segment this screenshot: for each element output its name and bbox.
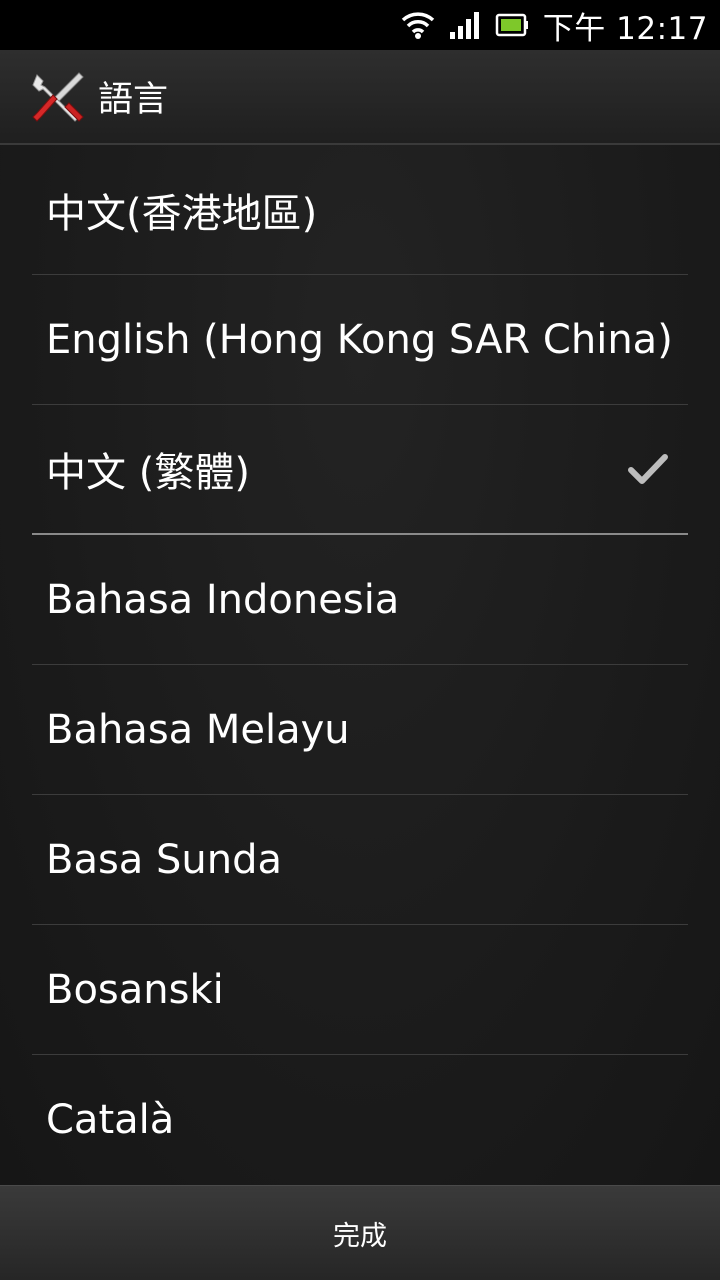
done-button[interactable]: 完成 — [273, 1194, 447, 1273]
signal-icon — [449, 10, 481, 40]
status-bar: 下午 12:17 — [0, 0, 720, 50]
language-label: 中文 (繁體) — [46, 450, 250, 496]
language-label: Bosanski — [46, 966, 224, 1013]
checkmark-icon — [628, 452, 668, 486]
language-item[interactable]: 中文(香港地區) — [32, 145, 688, 275]
language-item[interactable]: English (Hong Kong SAR China) — [32, 275, 688, 405]
language-label: Bahasa Melayu — [46, 706, 350, 753]
language-item[interactable]: Basa Sunda — [32, 795, 688, 925]
language-label: Bahasa Indonesia — [46, 576, 400, 623]
language-item[interactable]: Català — [32, 1055, 688, 1185]
language-item[interactable]: Bahasa Melayu — [32, 665, 688, 795]
language-label: English (Hong Kong SAR China) — [46, 316, 673, 363]
language-label: 中文(香港地區) — [46, 190, 318, 237]
screen: 下午 12:17 語言 中文(香港地區) English (Hong Kong … — [0, 0, 720, 1280]
bottom-bar: 完成 — [0, 1185, 720, 1280]
language-item[interactable]: Bahasa Indonesia — [32, 535, 688, 665]
language-label: Català — [46, 1097, 175, 1143]
language-item-selected[interactable]: 中文 (繁體) — [32, 405, 688, 535]
settings-tools-icon — [28, 68, 86, 126]
battery-icon — [495, 11, 529, 39]
page-title: 語言 — [98, 80, 169, 120]
language-item[interactable]: Bosanski — [32, 925, 688, 1055]
language-list: 中文(香港地區) English (Hong Kong SAR China) 中… — [0, 145, 720, 1185]
status-time: 下午 12:17 — [542, 10, 708, 47]
title-bar: 語言 — [0, 50, 720, 145]
wifi-icon — [401, 10, 435, 40]
language-label: Basa Sunda — [46, 836, 283, 883]
